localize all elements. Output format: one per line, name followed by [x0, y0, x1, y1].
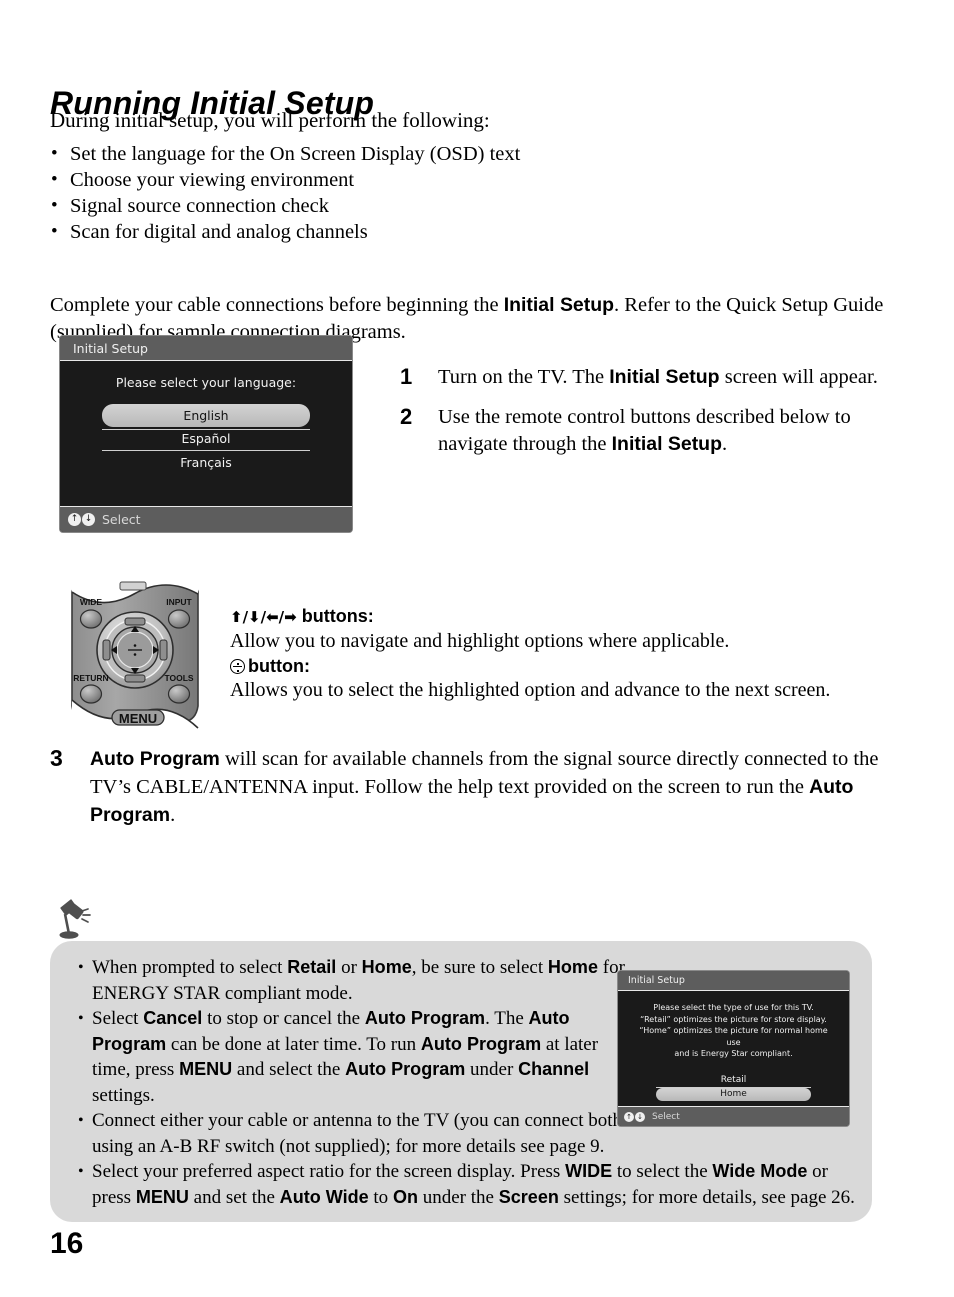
osd-usetype-option[interactable]: Home [656, 1087, 811, 1101]
osd-language-prompt: Please select your language: [115, 375, 297, 390]
step-text: Use the remote control buttons described… [438, 406, 851, 455]
svg-text:RETURN: RETURN [73, 673, 108, 683]
inline-bold-term: Channel [518, 1059, 590, 1079]
osd-usetype-option-list: Retail Home [632, 1074, 835, 1101]
svg-text:MENU: MENU [119, 711, 157, 726]
tip-box: When prompted to select Retail or Home, … [50, 941, 872, 1222]
remote-control-illustration: WIDE INPUT RETURN TOOLS MENU [62, 578, 207, 738]
inline-bold-term: Cancel [143, 1008, 203, 1028]
svg-text:INPUT: INPUT [166, 597, 192, 607]
step-number: 1 [400, 364, 413, 389]
remote-button-descriptions: ⬆/⬇/⬅/➡ buttons: Allow you to navigate a… [230, 604, 890, 703]
objective-item: Choose your viewing environment [50, 167, 650, 193]
steps-1-2-list: 1 Turn on the TV. The Initial Setup scree… [400, 364, 890, 471]
inline-bold-term: Auto Program [90, 776, 854, 826]
arrow-down-icon: ↓ [82, 513, 95, 526]
osd-language-footer-label: Select [102, 512, 141, 527]
inline-bold-term: Initial Setup [611, 433, 722, 455]
inline-bold-term: Screen [498, 1186, 559, 1207]
osd-language-footer: ↑ ↓ Select [60, 506, 352, 532]
inline-bold-term: Auto Wide [279, 1186, 369, 1207]
enter-button-icon [230, 659, 245, 674]
osd-usetype-description-line: and is Energy Star compliant. [674, 1049, 793, 1058]
desk-lamp-icon [55, 898, 103, 940]
osd-language-option-list: English Español Français [102, 404, 310, 474]
osd-usetype-nav-arrows: ↑ ↓ [624, 1111, 645, 1122]
osd-usetype-description-line: “Home” optimizes the picture for normal … [639, 1026, 828, 1047]
inline-bold-term: MENU [179, 1059, 233, 1079]
page-number: 16 [50, 1227, 84, 1260]
inline-bold-term: Home [361, 957, 412, 977]
tip-bullet: Select Cancel to stop or cancel the Auto… [78, 1006, 633, 1108]
inline-bold-term: Home [547, 957, 598, 977]
inline-bold-term: MENU [135, 1186, 189, 1207]
inline-bold-term: Wide Mode [712, 1161, 808, 1181]
osd-language-option[interactable]: Français [102, 451, 310, 474]
svg-text:WIDE: WIDE [80, 597, 103, 607]
enter-button-description: Allows you to select the highlighted opt… [230, 679, 831, 701]
arrow-buttons-description: Allow you to navigate and highlight opti… [230, 630, 730, 652]
inline-bold-term: Auto Program [420, 1033, 542, 1054]
osd-usetype-footer-label: Select [652, 1111, 680, 1122]
inline-bold-term: Auto Program [364, 1008, 486, 1028]
inline-bold-term: Initial Setup [609, 366, 720, 388]
arrow-down-icon: ↓ [635, 1111, 645, 1122]
osd-language-title: Initial Setup [60, 336, 352, 361]
arrow-buttons-heading-suffix: buttons: [296, 606, 374, 626]
osd-language-nav-arrows: ↑ ↓ [68, 513, 95, 526]
osd-usetype-footer: ↑ ↓ Select [618, 1106, 849, 1126]
osd-usetype-description: Please select the type of use for this T… [632, 1002, 835, 1060]
osd-usetype-title: Initial Setup [618, 971, 849, 991]
osd-language-option[interactable]: English [102, 404, 310, 430]
arrow-up-icon: ↑ [68, 513, 81, 526]
objective-item: Set the language for the On Screen Displ… [50, 141, 650, 167]
objectives-list: Set the language for the On Screen Displ… [50, 141, 650, 245]
arrow-buttons-heading: ⬆/⬇/⬅/➡ buttons: [230, 604, 890, 629]
tip-bullet: Connect either your cable or antenna to … [78, 1108, 633, 1159]
svg-text:TOOLS: TOOLS [164, 673, 193, 683]
osd-usetype-screen: Initial Setup Please select the type of … [618, 971, 849, 1126]
objective-item: Scan for digital and analog channels [50, 219, 650, 245]
step-text: Turn on the TV. The Initial Setup screen… [438, 366, 878, 388]
inline-bold-term: Auto Program [90, 748, 220, 770]
inline-bold-term: Retail [287, 957, 337, 977]
inline-bold-term: Auto Program [345, 1059, 466, 1079]
step-3: 3 Auto Program will scan for available c… [50, 745, 895, 829]
inline-bold-term: On [392, 1186, 418, 1207]
tip-bullet-list: When prompted to select Retail or Home, … [78, 955, 855, 1210]
step-row: 2 Use the remote control buttons describe… [400, 404, 890, 458]
osd-usetype-body: Please select the type of use for this T… [618, 991, 849, 1101]
inline-bold-term: Initial Setup [503, 293, 615, 316]
enter-button-heading: button: [230, 654, 890, 678]
intro-lead-text: During initial setup, you will perform t… [50, 108, 490, 132]
osd-usetype-option[interactable]: Retail [656, 1074, 811, 1088]
inline-bold-term: WIDE [565, 1161, 613, 1181]
manual-page: Running Initial Setup During initial set… [0, 0, 954, 1297]
remote-button-labels: WIDE INPUT RETURN TOOLS MENU [73, 597, 194, 726]
enter-button-heading-suffix: button: [248, 656, 310, 676]
osd-language-body: Please select your language: English Espa… [60, 361, 352, 474]
step-number: 2 [400, 404, 413, 429]
step-3-number: 3 [50, 745, 63, 771]
osd-usetype-description-line: “Retail” optimizes the picture for store… [640, 1014, 827, 1024]
tip-bullet: When prompted to select Retail or Home, … [78, 955, 633, 1006]
step-3-text: Auto Program will scan for available cha… [90, 748, 879, 826]
objective-item: Signal source connection check [50, 193, 650, 219]
osd-language-screen: Initial Setup Please select your languag… [60, 336, 352, 532]
step-row: 1 Turn on the TV. The Initial Setup scree… [400, 364, 890, 391]
osd-language-option[interactable]: Español [102, 427, 310, 451]
tip-bullet: Select your preferred aspect ratio for t… [78, 1159, 868, 1210]
arrow-up-icon: ↑ [624, 1111, 634, 1122]
direction-arrows-icon: ⬆/⬇/⬅/➡ [230, 608, 297, 626]
osd-usetype-description-line: Please select the type of use for this T… [653, 1003, 814, 1012]
